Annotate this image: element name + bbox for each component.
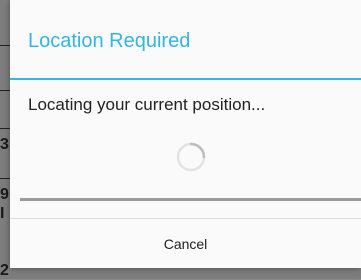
dialog-message: Locating your current position... xyxy=(28,95,266,114)
location-dialog: Location Required Locating your current … xyxy=(10,0,361,268)
progress-track xyxy=(20,198,361,201)
cancel-button[interactable]: Cancel xyxy=(10,219,361,268)
background-text-fragment: 9 xyxy=(0,186,9,203)
dialog-title: Location Required xyxy=(28,30,191,52)
background-text-fragment: 2 xyxy=(0,262,9,279)
background-text-fragment: I xyxy=(0,205,5,222)
title-divider xyxy=(10,78,361,80)
background-text-fragment: 3 xyxy=(0,136,9,153)
background-divider xyxy=(0,90,10,91)
background-divider xyxy=(0,178,10,179)
background-divider xyxy=(0,45,10,46)
background-divider xyxy=(0,128,10,129)
loading-spinner-icon xyxy=(176,142,206,172)
